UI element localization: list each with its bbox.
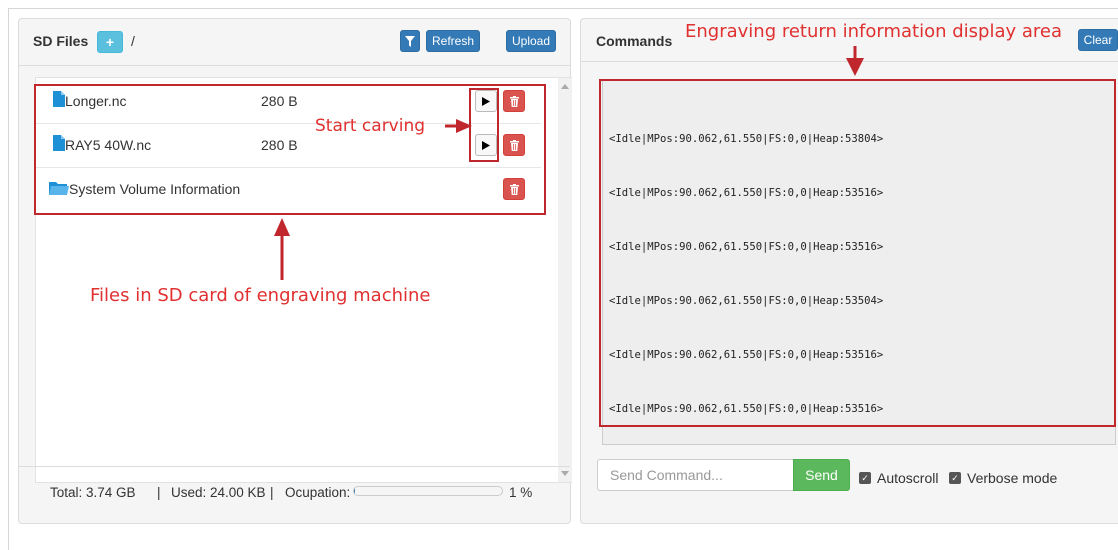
annotation-arrows: [274, 46, 864, 280]
arrow-down-head: [846, 58, 864, 76]
arrow-left-head: [456, 119, 472, 133]
arrow-up-head: [274, 218, 290, 236]
